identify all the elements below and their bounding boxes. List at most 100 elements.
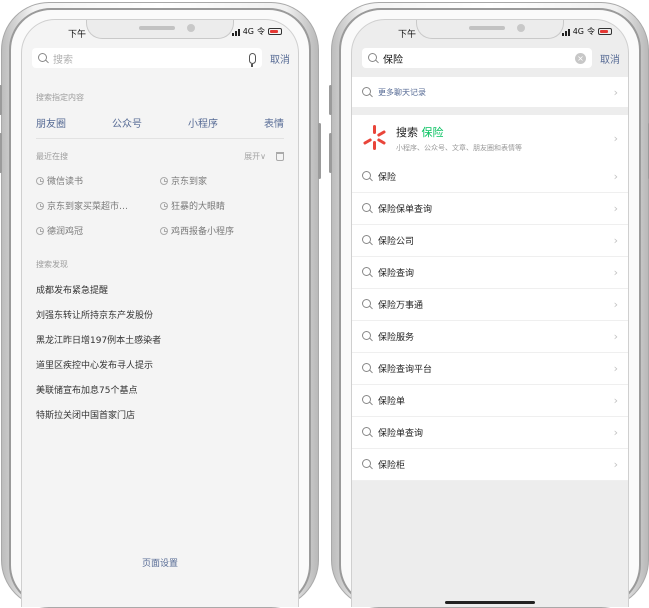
mute-switch: [0, 85, 2, 115]
sou-yi-sou-card[interactable]: 搜索 保险 小程序、公众号、文章、朋友圈和表情等 ›: [352, 115, 628, 161]
chevron-right-icon: ›: [613, 330, 618, 343]
chevron-right-icon: ›: [613, 394, 618, 407]
recent-searches-header: 最近在搜 展开∨: [22, 151, 298, 162]
suggestion-item[interactable]: 保险公司 ›: [352, 225, 628, 257]
suggestion-label: 保险: [378, 173, 397, 183]
search-icon: [362, 171, 373, 182]
discover-item[interactable]: 刘强东转让所持京东产发股份: [36, 304, 284, 329]
suggestion-item[interactable]: 保险柜 ›: [352, 449, 628, 481]
suggestion-item[interactable]: 保险单查询 ›: [352, 417, 628, 449]
wifi-icon: 令: [257, 27, 265, 36]
trash-icon[interactable]: [276, 152, 284, 161]
discover-list: 成都发布紧急提醒 刘强东转让所持京东产发股份 黑龙江昨日增197例本土感染者 道…: [22, 279, 298, 429]
chevron-right-icon: ›: [613, 458, 618, 471]
recent-search-item[interactable]: 微信读书: [36, 174, 160, 187]
clear-icon[interactable]: ×: [575, 52, 586, 64]
sou-card-subtitle: 小程序、公众号、文章、朋友圈和表情等: [396, 143, 522, 152]
clock-icon: [160, 226, 168, 235]
search-icon: [362, 331, 373, 342]
suggestion-label: 保险柜: [378, 461, 406, 471]
sou-card-text: 搜索 保险 小程序、公众号、文章、朋友圈和表情等: [396, 124, 614, 153]
discover-item[interactable]: 特斯拉关闭中国首家门店: [36, 404, 284, 429]
sou-card-title: 搜索 保险: [396, 124, 614, 140]
status-icons: 4G 令: [231, 26, 282, 37]
chevron-right-icon: ›: [613, 131, 618, 145]
filter-tab-official-accounts[interactable]: 公众号: [112, 115, 142, 130]
volume-up-button: [329, 133, 332, 173]
suggestion-item[interactable]: 保险单 ›: [352, 385, 628, 417]
discover-item[interactable]: 黑龙江昨日增197例本土感染者: [36, 329, 284, 354]
suggestion-label: 保险服务: [378, 333, 415, 343]
discover-item[interactable]: 道里区疾控中心发布寻人提示: [36, 354, 284, 379]
divider: [36, 138, 284, 139]
phone-frame-left: 下午 4G 令 搜索 取消 搜索指定内容 朋友圈 公众号 小程序 表情 最近在搜…: [0, 2, 321, 608]
suggestion-label: 保险查询平台: [378, 365, 433, 375]
filter-tab-stickers[interactable]: 表情: [264, 115, 284, 130]
recent-search-label: 鸡西报备小程序: [171, 227, 235, 237]
expand-button[interactable]: 展开∨: [244, 151, 266, 162]
recent-search-label: 德润鸡冠: [47, 227, 84, 237]
suggestion-label: 保险查询: [378, 269, 415, 279]
chevron-right-icon: ›: [613, 362, 618, 375]
chevron-right-icon: ›: [613, 298, 618, 311]
suggestion-item[interactable]: 保险查询平台 ›: [352, 353, 628, 385]
suggestion-label: 保险公司: [378, 237, 415, 247]
recent-search-item[interactable]: 狂暴的大眼睛: [160, 199, 284, 212]
clock-icon: [160, 201, 168, 210]
suggestion-item[interactable]: 保险服务 ›: [352, 321, 628, 353]
power-button: [318, 123, 321, 179]
status-time: 下午: [398, 30, 417, 40]
suggestion-label: 保险保单查询: [378, 205, 433, 215]
search-icon: [362, 203, 373, 214]
status-time: 下午: [68, 30, 87, 40]
discover-section-title: 搜索发现: [36, 260, 68, 269]
chevron-right-icon: ›: [613, 170, 618, 183]
search-icon: [362, 86, 373, 98]
search-row: 保险 × 取消: [352, 44, 628, 72]
filter-tab-mini-programs[interactable]: 小程序: [188, 115, 218, 130]
recent-search-item[interactable]: 京东到家: [160, 174, 284, 187]
recent-search-item[interactable]: 京东到家买菜超市…: [36, 199, 160, 212]
clock-icon: [36, 201, 44, 210]
search-icon: [362, 299, 373, 310]
signal-icon: [561, 28, 570, 36]
mute-switch: [329, 85, 332, 115]
suggestion-item[interactable]: 保险万事通 ›: [352, 289, 628, 321]
recent-searches-title: 最近在搜: [36, 152, 68, 161]
recent-search-item[interactable]: 德润鸡冠: [36, 224, 160, 237]
more-chat-records-row[interactable]: 更多聊天记录 ›: [352, 77, 628, 107]
microphone-icon[interactable]: [249, 52, 256, 67]
battery-icon: [598, 28, 612, 35]
search-input[interactable]: 保险 ×: [362, 48, 592, 68]
wifi-icon: 令: [587, 27, 595, 36]
chevron-right-icon: ›: [613, 266, 618, 279]
discover-item[interactable]: 成都发布紧急提醒: [36, 279, 284, 304]
cancel-button[interactable]: 取消: [600, 51, 620, 66]
clock-icon: [36, 176, 44, 185]
discover-item[interactable]: 美联储宣布加息75个基点: [36, 379, 284, 404]
cancel-button[interactable]: 取消: [270, 51, 290, 66]
clock-icon: [160, 176, 168, 185]
notch: [86, 20, 234, 39]
filter-section-title: 搜索指定内容: [36, 93, 84, 102]
chevron-right-icon: ›: [613, 234, 618, 247]
recent-tools: 展开∨: [244, 151, 284, 162]
search-icon: [362, 363, 373, 374]
search-icon: [368, 52, 379, 64]
recent-search-item[interactable]: 鸡西报备小程序: [160, 224, 284, 237]
filter-tabs: 朋友圈 公众号 小程序 表情: [22, 115, 298, 130]
search-icon: [362, 427, 373, 438]
search-icon: [362, 395, 373, 406]
sou-card-keyword: 保险: [421, 125, 444, 139]
home-indicator: [445, 601, 535, 604]
filter-tab-moments[interactable]: 朋友圈: [36, 115, 66, 130]
page-settings-link[interactable]: 页面设置: [22, 556, 298, 569]
status-bar: 下午 4G 令: [22, 20, 298, 44]
clock-icon: [36, 226, 44, 235]
suggestion-item[interactable]: 保险保单查询 ›: [352, 193, 628, 225]
search-input[interactable]: 搜索: [32, 48, 262, 68]
network-label: 4G: [242, 27, 254, 36]
chevron-right-icon: ›: [613, 85, 618, 99]
suggestion-item[interactable]: 保险 ›: [352, 161, 628, 193]
suggestion-item[interactable]: 保险查询 ›: [352, 257, 628, 289]
